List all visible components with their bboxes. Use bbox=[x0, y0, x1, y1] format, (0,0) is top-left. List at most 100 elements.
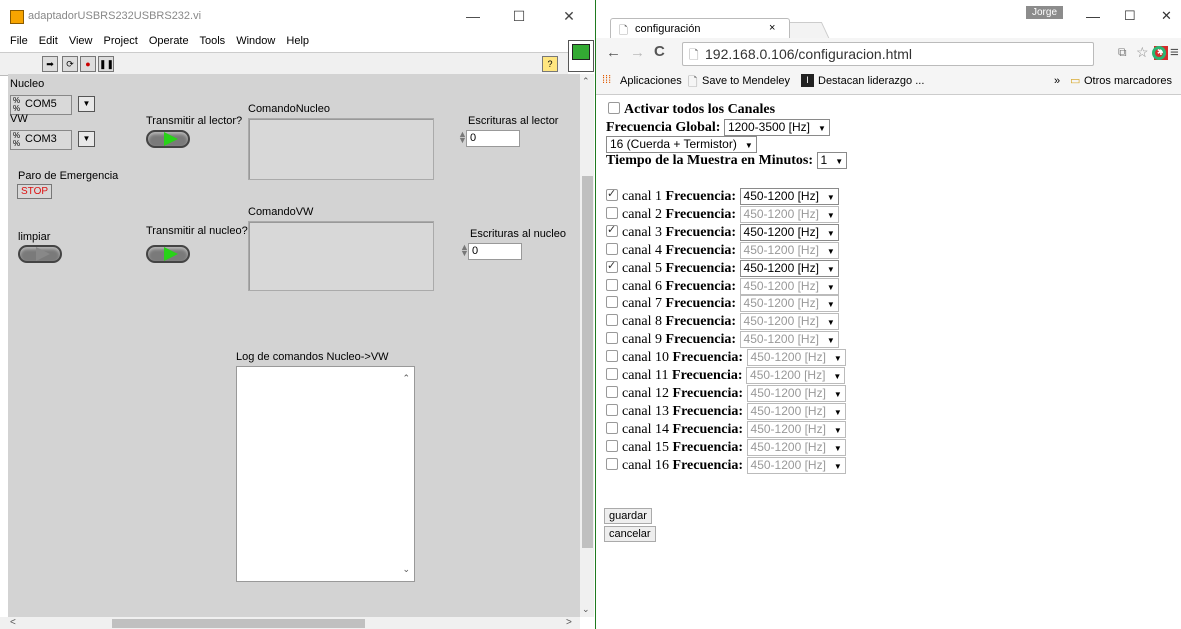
channel-frecuencia-select[interactable]: 450-1200 [Hz] ▼ bbox=[739, 313, 839, 331]
minimize-button[interactable]: — bbox=[1086, 8, 1100, 24]
labview-titlebar: adaptadorUSBRS232USBRS232.vi — ☐ ✕ bbox=[0, 0, 594, 32]
maximize-button[interactable]: ☐ bbox=[1124, 8, 1136, 24]
pause-icon[interactable]: ❚❚ bbox=[98, 56, 114, 72]
extension-green-icon[interactable] bbox=[1152, 46, 1166, 60]
tab-configuracion[interactable]: 🗋 configuración × bbox=[610, 18, 790, 39]
scroll-left-arrow-icon[interactable]: < bbox=[10, 617, 16, 628]
channel-row: canal 1 Frecuencia: 450-1200 [Hz]▼ bbox=[606, 187, 839, 205]
nucleo-dropdown-icon[interactable]: ▼ bbox=[78, 96, 95, 112]
bookmark-other[interactable]: Otros marcadores bbox=[1084, 75, 1172, 87]
nucleo-port-select[interactable]: %% COM5 bbox=[10, 95, 72, 115]
horizontal-scroll-thumb[interactable] bbox=[112, 619, 365, 628]
comando-vw-field[interactable] bbox=[248, 221, 434, 291]
bookmarks-overflow[interactable]: » bbox=[1054, 75, 1060, 87]
translate-icon[interactable]: ⧉ bbox=[1118, 45, 1127, 60]
maximize-button[interactable]: ☐ bbox=[496, 0, 542, 32]
menu-project[interactable]: Project bbox=[104, 35, 138, 47]
channel-frecuencia-select[interactable]: 450-1200 [Hz] ▼ bbox=[739, 259, 839, 277]
channel-checkbox[interactable] bbox=[606, 278, 618, 291]
tab-strip: 🗋 configuración × Jorge — ☐ ✕ bbox=[596, 0, 1181, 40]
channel-checkbox[interactable] bbox=[606, 457, 618, 470]
channel-frecuencia-select[interactable]: 450-1200 [Hz] ▼ bbox=[746, 438, 846, 456]
frecuencia-global-select[interactable]: 1200-3500 [Hz] ▼ bbox=[723, 119, 830, 136]
activar-checkbox[interactable] bbox=[608, 102, 620, 114]
scroll-up-arrow-icon[interactable]: ⌃ bbox=[582, 76, 590, 87]
abort-icon[interactable]: ● bbox=[80, 56, 96, 72]
limpiar-button[interactable] bbox=[18, 245, 62, 263]
channel-checkbox[interactable] bbox=[606, 296, 618, 309]
menu-icon[interactable]: ≡ bbox=[1170, 44, 1179, 61]
menu-help[interactable]: Help bbox=[286, 35, 309, 47]
channel-frecuencia-select[interactable]: 450-1200 [Hz] ▼ bbox=[739, 223, 839, 241]
bookmark-apps[interactable]: Aplicaciones bbox=[620, 75, 682, 87]
apps-icon: ⁞⁞⁞ bbox=[602, 74, 612, 86]
channel-frecuencia-select[interactable]: 450-1200 [Hz] ▼ bbox=[746, 367, 846, 384]
channel-checkbox[interactable] bbox=[606, 350, 618, 363]
channel-checkbox[interactable] bbox=[606, 206, 618, 219]
dropdown-arrow-icon: ▼ bbox=[826, 210, 835, 220]
help-icon[interactable]: ? bbox=[542, 56, 558, 72]
close-button[interactable]: ✕ bbox=[546, 0, 592, 32]
channel-checkbox[interactable] bbox=[606, 223, 618, 237]
forward-icon[interactable]: → bbox=[630, 44, 645, 61]
channel-frecuencia-select[interactable]: 450-1200 [Hz] ▼ bbox=[746, 420, 846, 438]
channel-frecuencia-select[interactable]: 450-1200 [Hz] ▼ bbox=[739, 205, 839, 223]
bookmark-mendeley[interactable]: Save to Mendeley bbox=[702, 75, 790, 87]
stop-button[interactable]: STOP bbox=[17, 184, 53, 199]
channel-checkbox[interactable] bbox=[606, 403, 618, 416]
channel-frecuencia-select[interactable]: 450-1200 [Hz] ▼ bbox=[746, 349, 846, 367]
channel-checkbox[interactable] bbox=[606, 187, 618, 201]
address-bar[interactable]: 🗋 192.168.0.106/configuracion.html bbox=[682, 42, 1094, 66]
menu-window[interactable]: Window bbox=[236, 35, 275, 47]
page-info-icon[interactable]: 🗋 bbox=[689, 46, 699, 67]
channel-frecuencia-select[interactable]: 450-1200 [Hz] ▼ bbox=[739, 241, 839, 259]
channel-checkbox[interactable] bbox=[606, 242, 618, 255]
log-scroll-down-icon[interactable]: ⌄ bbox=[402, 564, 410, 575]
channel-checkbox[interactable] bbox=[606, 421, 618, 434]
reload-icon[interactable]: C bbox=[654, 43, 665, 60]
channel-checkbox[interactable] bbox=[606, 368, 618, 380]
transmit-nucleo-toggle[interactable] bbox=[146, 245, 190, 263]
vw-dropdown-icon[interactable]: ▼ bbox=[78, 131, 95, 147]
bookmark-destacan[interactable]: Destacan liderazgo ... bbox=[818, 75, 924, 87]
tiempo-select[interactable]: 1 ▼ bbox=[816, 152, 848, 169]
cancelar-button[interactable]: cancelar bbox=[604, 526, 656, 542]
vertical-scroll-thumb[interactable] bbox=[582, 176, 593, 548]
comando-nucleo-field[interactable] bbox=[248, 118, 434, 180]
channel-checkbox[interactable] bbox=[606, 385, 618, 398]
channel-checkbox[interactable] bbox=[606, 439, 618, 452]
bookmark-star-icon[interactable]: ☆ bbox=[1136, 44, 1149, 61]
channel-frecuencia-select[interactable]: 450-1200 [Hz] ▼ bbox=[746, 456, 846, 474]
log-textarea[interactable]: ⌃ ⌄ bbox=[236, 366, 415, 582]
channel-name: canal 9 bbox=[622, 332, 663, 348]
channel-checkbox[interactable] bbox=[606, 259, 618, 273]
channel-frecuencia-select[interactable]: 450-1200 [Hz] ▼ bbox=[739, 331, 839, 349]
nucleo-label: Nucleo bbox=[10, 78, 45, 90]
tab-close-icon[interactable]: × bbox=[769, 22, 775, 34]
tipo-select[interactable]: 16 (Cuerda + Termistor) ▼ bbox=[606, 136, 757, 153]
channel-frecuencia-select[interactable]: 450-1200 [Hz] ▼ bbox=[739, 188, 839, 205]
channel-frecuencia-select[interactable]: 450-1200 [Hz] ▼ bbox=[739, 277, 839, 295]
channel-checkbox[interactable] bbox=[606, 332, 618, 345]
scroll-down-arrow-icon[interactable]: ⌄ bbox=[582, 604, 590, 615]
menu-file[interactable]: File bbox=[10, 35, 28, 47]
menu-view[interactable]: View bbox=[69, 35, 93, 47]
vw-port-select[interactable]: %% COM3 bbox=[10, 130, 72, 150]
run-continuously-icon[interactable]: ⟳ bbox=[62, 56, 78, 72]
profile-button[interactable]: Jorge bbox=[1026, 6, 1064, 19]
channel-checkbox[interactable] bbox=[606, 314, 618, 327]
log-scroll-up-icon[interactable]: ⌃ bbox=[402, 373, 410, 384]
back-icon[interactable]: ← bbox=[606, 44, 621, 61]
minimize-button[interactable]: — bbox=[450, 0, 496, 32]
run-arrow-icon[interactable]: ➡ bbox=[42, 56, 58, 72]
guardar-button[interactable]: guardar bbox=[604, 508, 652, 524]
channel-frecuencia-select[interactable]: 450-1200 [Hz] ▼ bbox=[739, 295, 839, 313]
channel-frecuencia-select[interactable]: 450-1200 [Hz] ▼ bbox=[746, 384, 846, 402]
channel-frecuencia-select[interactable]: 450-1200 [Hz] ▼ bbox=[746, 402, 846, 420]
scroll-right-arrow-icon[interactable]: > bbox=[566, 617, 572, 628]
menu-operate[interactable]: Operate bbox=[149, 35, 189, 47]
menu-tools[interactable]: Tools bbox=[199, 35, 225, 47]
close-button[interactable]: ✕ bbox=[1161, 8, 1172, 24]
menu-edit[interactable]: Edit bbox=[39, 35, 58, 47]
transmit-reader-toggle[interactable] bbox=[146, 130, 190, 148]
